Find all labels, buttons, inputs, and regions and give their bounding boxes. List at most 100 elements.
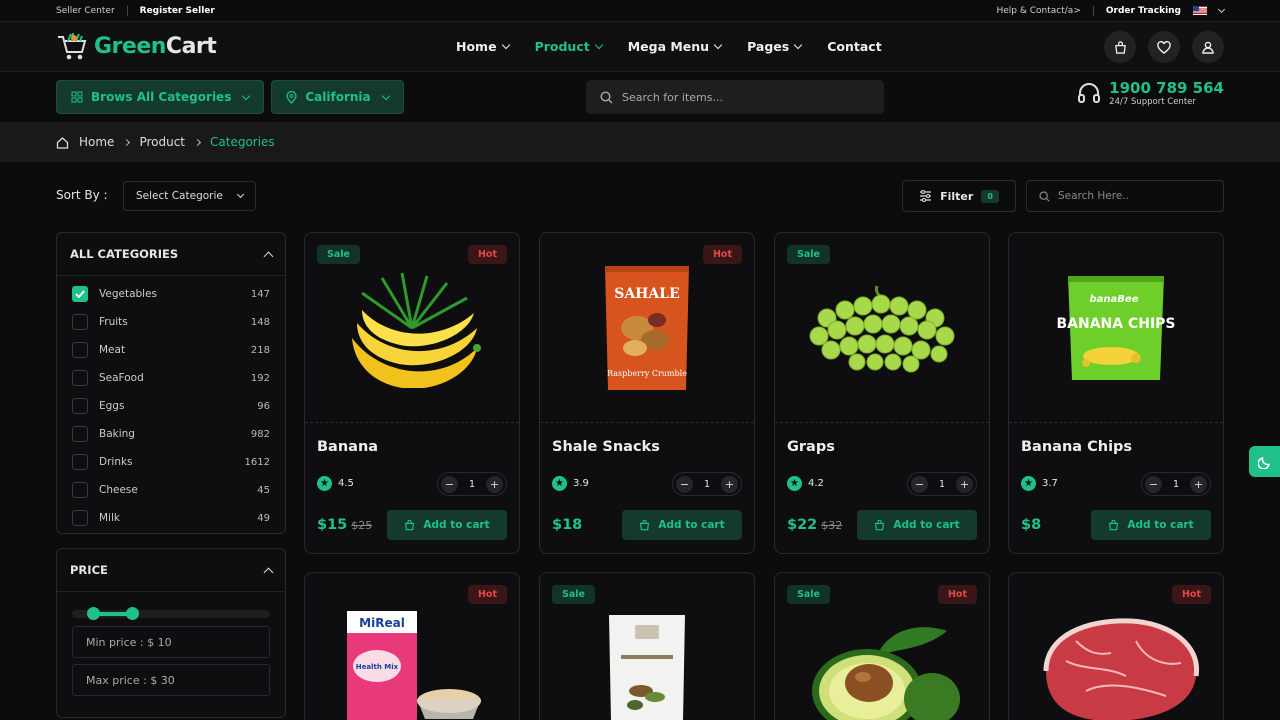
checkbox[interactable] xyxy=(72,454,88,470)
us-flag-icon[interactable] xyxy=(1193,6,1207,15)
categories-header[interactable]: ALL CATEGORIES xyxy=(57,233,285,276)
brand-white: Cart xyxy=(165,34,217,59)
product-name[interactable]: Graps xyxy=(787,439,835,455)
nav-home[interactable]: Home xyxy=(456,39,510,54)
wishlist-button[interactable] xyxy=(1148,31,1180,63)
nav-menu: Home Product Mega Menu Pages Contact xyxy=(456,39,882,54)
heart-icon xyxy=(1157,40,1171,54)
avocado-image xyxy=(812,627,960,720)
add-to-cart-button[interactable]: Add to cart xyxy=(1091,510,1211,540)
product-card[interactable]: SAHALE Raspberry Crumble Hot Shale Snack… xyxy=(539,232,755,554)
increase-button[interactable]: + xyxy=(955,475,973,493)
product-card[interactable]: Sale Hot xyxy=(774,572,990,720)
checkbox[interactable] xyxy=(72,370,88,386)
location-select[interactable]: California xyxy=(271,80,404,114)
help-contact-link[interactable]: Help & Contact/a> xyxy=(997,6,1081,16)
search-input[interactable]: Search for items... xyxy=(586,80,884,114)
add-to-cart-button[interactable]: Add to cart xyxy=(857,510,977,540)
category-item[interactable]: Vegetables 147 xyxy=(57,280,285,308)
category-name: Vegetables xyxy=(99,288,158,300)
product-card[interactable]: MiReal Health Mix Hot xyxy=(304,572,520,720)
category-item[interactable]: Meat 218 xyxy=(57,336,285,364)
product-search-input[interactable]: Search Here.. xyxy=(1026,180,1224,212)
categories-title: ALL CATEGORIES xyxy=(70,247,179,261)
product-name[interactable]: Shale Snacks xyxy=(552,439,660,455)
product-card[interactable]: Sale Hot Banana ★ 4.5 −1 + $15 $25 Add to c… xyxy=(304,232,520,554)
search-placeholder: Search for items... xyxy=(622,90,723,104)
increase-button[interactable]: + xyxy=(1189,475,1207,493)
moon-icon xyxy=(1257,456,1270,469)
account-button[interactable] xyxy=(1192,31,1224,63)
checkbox[interactable] xyxy=(72,482,88,498)
add-to-cart-label: Add to cart xyxy=(1127,519,1194,531)
min-price-field[interactable]: Min price : $ 10 xyxy=(72,626,270,658)
nav-pages[interactable]: Pages xyxy=(747,39,803,54)
dark-mode-toggle[interactable] xyxy=(1249,446,1280,477)
checkbox[interactable] xyxy=(72,510,88,526)
product-price: $15 $25 xyxy=(317,517,372,533)
product-card[interactable]: banaBee BANANA CHIPS Banana Chips ★ 3.7 −… xyxy=(1008,232,1224,554)
product-name[interactable]: Banana xyxy=(317,439,378,455)
sort-label: Sort By : xyxy=(56,188,108,202)
checkbox[interactable] xyxy=(72,286,88,302)
bag-icon xyxy=(405,519,415,531)
category-item[interactable]: Fruits 148 xyxy=(57,308,285,336)
category-name: Baking xyxy=(99,428,135,440)
decrease-button[interactable]: − xyxy=(1145,475,1162,493)
quantity-value: 1 xyxy=(468,478,476,490)
category-count: 147 xyxy=(250,288,270,300)
nav-product[interactable]: Product xyxy=(535,39,603,54)
add-to-cart-button[interactable]: Add to cart xyxy=(622,510,742,540)
breadcrumb-product[interactable]: Product xyxy=(139,135,185,149)
decrease-button[interactable]: − xyxy=(441,475,458,493)
product-name[interactable]: Banana Chips xyxy=(1021,439,1132,455)
hot-badge: Hot xyxy=(1171,585,1211,604)
categories-panel: ALL CATEGORIES Vegetables 147 Fruits 148 M… xyxy=(56,232,286,534)
rating-value: 3.9 xyxy=(573,478,589,489)
product-card[interactable]: Sale xyxy=(539,572,755,720)
category-name: Fruits xyxy=(99,316,128,328)
decrease-button[interactable]: − xyxy=(911,475,928,493)
order-tracking-link[interactable]: Order Tracking xyxy=(1106,6,1181,16)
category-item[interactable]: Baking 982 xyxy=(57,420,285,448)
register-seller-link[interactable]: Register Seller xyxy=(140,6,215,16)
bag-button[interactable] xyxy=(1104,31,1136,63)
product-rating: ★ 4.2 xyxy=(787,476,824,491)
range-min-handle[interactable] xyxy=(87,607,100,620)
range-max-handle[interactable] xyxy=(126,607,139,620)
breadcrumb-home[interactable]: Home xyxy=(79,135,114,149)
category-item[interactable]: Cheese 45 xyxy=(57,476,285,504)
product-card[interactable]: Hot xyxy=(1008,572,1224,720)
checkbox[interactable] xyxy=(72,314,88,330)
category-item[interactable]: Milk 49 xyxy=(57,504,285,532)
max-price-field[interactable]: Max price : $ 30 xyxy=(72,664,270,696)
chevron-down-icon[interactable] xyxy=(1217,5,1226,13)
add-to-cart-button[interactable]: Add to cart xyxy=(387,510,507,540)
support-phone[interactable]: 1900 789 564 xyxy=(1109,79,1224,97)
category-item[interactable]: Eggs 96 xyxy=(57,392,285,420)
logo[interactable]: GreenCart xyxy=(56,32,217,62)
decrease-button[interactable]: − xyxy=(676,475,693,493)
chevron-up-icon[interactable] xyxy=(263,567,274,577)
product-card[interactable]: Sale Graps ★ 4.2 −1 + $22 $32 Add to cart xyxy=(774,232,990,554)
chevron-up-icon[interactable] xyxy=(263,251,274,261)
checkbox[interactable] xyxy=(72,342,88,358)
increase-button[interactable]: + xyxy=(485,475,503,493)
increase-button[interactable]: + xyxy=(720,475,738,493)
filter-button[interactable]: Filter 0 xyxy=(902,180,1016,212)
checkbox[interactable] xyxy=(72,398,88,414)
browse-categories-button[interactable]: Brows All Categories xyxy=(56,80,265,114)
category-item[interactable]: Drinks 1612 xyxy=(57,448,285,476)
category-item[interactable]: SeaFood 192 xyxy=(57,364,285,392)
nav-mega-menu[interactable]: Mega Menu xyxy=(628,39,723,54)
seller-center-link[interactable]: Seller Center xyxy=(56,6,115,16)
nav-contact[interactable]: Contact xyxy=(827,39,881,54)
price-range-slider[interactable] xyxy=(72,607,270,620)
sort-select[interactable]: Select Categorie xyxy=(123,181,256,211)
product-price: $18 xyxy=(552,517,582,533)
cart-logo-icon xyxy=(58,32,87,59)
product-image[interactable]: banaBee BANANA CHIPS xyxy=(1009,233,1223,423)
rating-value: 3.7 xyxy=(1042,478,1058,489)
price-header[interactable]: PRICE xyxy=(57,549,285,592)
checkbox[interactable] xyxy=(72,426,88,442)
